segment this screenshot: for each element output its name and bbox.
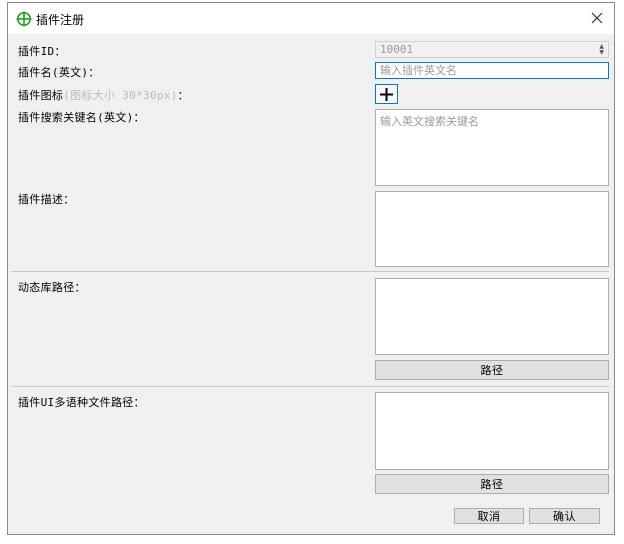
dialog-title: 插件注册 bbox=[36, 13, 85, 27]
confirm-button[interactable]: 确认 bbox=[529, 508, 600, 524]
search-keyword-label: 插件搜索关键名(英文)： bbox=[18, 111, 145, 124]
close-icon[interactable] bbox=[586, 7, 608, 29]
plugin-icon-label-text: 插件图标 bbox=[18, 89, 64, 102]
library-path-textarea[interactable] bbox=[375, 278, 609, 355]
icon-size-hint: (图标大小 30*30px) bbox=[63, 89, 178, 102]
description-label: 插件描述： bbox=[18, 193, 75, 206]
plugin-name-label: 插件名(英文)： bbox=[18, 66, 100, 79]
separator bbox=[11, 271, 609, 272]
plugin-icon-label-suffix: ： bbox=[177, 89, 189, 102]
crosshair-icon bbox=[16, 11, 32, 27]
add-icon-button[interactable] bbox=[375, 84, 398, 104]
cancel-button[interactable]: 取消 bbox=[454, 508, 524, 524]
ui-lang-path-textarea[interactable] bbox=[375, 392, 609, 470]
plugin-id-value: 10001 bbox=[380, 43, 414, 56]
search-keyword-textarea[interactable] bbox=[375, 109, 609, 186]
ui-lang-path-label: 插件UI多语种文件路径： bbox=[18, 396, 145, 409]
title-bar: 插件注册 bbox=[8, 3, 614, 34]
plugin-register-dialog: 插件注册 插件ID： 10001 ▲ ▼ 插件名(英文)： 插件图标(图标大小 … bbox=[7, 2, 615, 535]
ui-lang-path-button[interactable]: 路径 bbox=[375, 474, 609, 494]
plugin-id-spinbox[interactable]: 10001 ▲ ▼ bbox=[375, 41, 609, 58]
plugin-icon-label: 插件图标(图标大小 30*30px)： bbox=[18, 87, 189, 103]
description-textarea[interactable] bbox=[375, 191, 609, 267]
plugin-name-input[interactable] bbox=[375, 62, 609, 79]
spin-arrows[interactable]: ▲ ▼ bbox=[599, 43, 604, 56]
separator bbox=[11, 386, 609, 387]
plus-icon bbox=[380, 87, 393, 101]
library-path-label: 动态库路径： bbox=[18, 281, 86, 294]
library-path-button[interactable]: 路径 bbox=[375, 360, 609, 380]
spin-down-icon[interactable]: ▼ bbox=[599, 49, 604, 56]
plugin-id-label: 插件ID： bbox=[18, 45, 66, 58]
